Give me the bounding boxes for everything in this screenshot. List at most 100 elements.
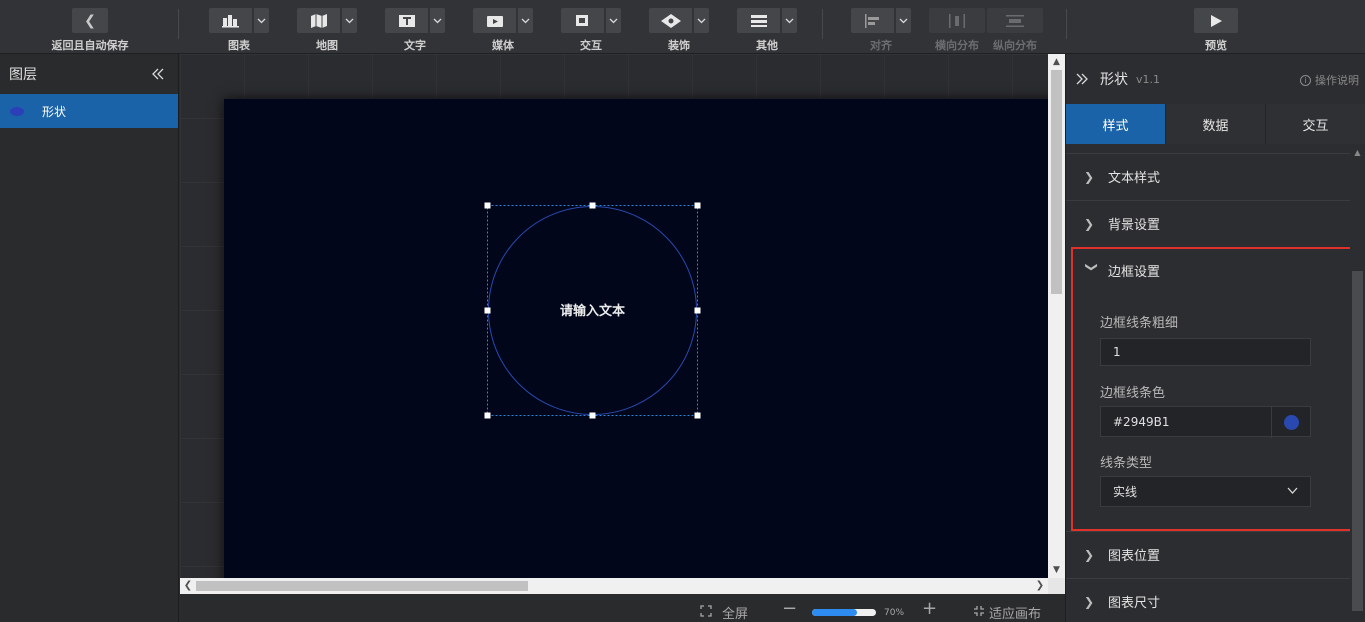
chevron-right-icon: ❯ <box>1084 594 1095 609</box>
chevron-down-icon[interactable] <box>254 8 269 33</box>
chart-tool-button[interactable]: 图表 <box>209 8 269 53</box>
map-tool-label: 地图 <box>316 39 338 52</box>
chevron-left-icon: ❮ <box>72 8 108 33</box>
resize-handle-left[interactable] <box>484 307 491 314</box>
shape-text[interactable]: 请输入文本 <box>560 303 625 319</box>
chart-tool-main[interactable] <box>209 8 252 33</box>
double-chevron-left-icon[interactable] <box>152 68 164 80</box>
status-bar: 全屏 − 70% + 适应画布 <box>180 594 1065 622</box>
scroll-left-icon[interactable]: ❮ <box>180 578 196 594</box>
section-label: 图表位置 <box>1108 549 1161 564</box>
text-tool-main[interactable] <box>385 8 428 33</box>
chevron-down-icon[interactable] <box>430 8 445 33</box>
fit-canvas-icon[interactable] <box>973 605 985 617</box>
section-chart-position[interactable]: ❯ 图表位置 <box>1066 531 1350 577</box>
map-tool-main[interactable] <box>297 8 340 33</box>
resize-handle-top[interactable] <box>589 202 596 209</box>
chevron-down-icon[interactable] <box>896 8 911 33</box>
zoom-out-icon[interactable]: − <box>782 598 797 619</box>
section-text-style[interactable]: ❯ 文本样式 <box>1066 153 1350 199</box>
chevron-right-icon: ❯ <box>1084 216 1095 231</box>
horizontal-distribute-button[interactable]: 横向分布 <box>929 8 985 53</box>
scroll-down-icon[interactable]: ▼ <box>1048 562 1065 578</box>
section-label: 文本样式 <box>1108 171 1161 186</box>
scroll-thumb[interactable] <box>1352 271 1363 611</box>
chevron-right-icon: ❯ <box>1084 547 1095 562</box>
scroll-thumb[interactable] <box>196 581 528 591</box>
media-tool-button[interactable]: 媒体 <box>473 8 533 53</box>
layer-item-shape[interactable]: 形状 <box>0 94 178 128</box>
resize-handle-bottom[interactable] <box>589 412 596 419</box>
align-button[interactable]: 对齐 <box>851 8 911 53</box>
back-and-save-button[interactable]: ❮ 返回且自动保存 <box>44 8 136 53</box>
tab-data[interactable]: 数据 <box>1165 104 1265 144</box>
preview-button[interactable]: 预览 <box>1194 8 1238 53</box>
vertical-distribute-button[interactable]: 纵向分布 <box>987 8 1043 53</box>
zoom-in-icon[interactable]: + <box>922 598 937 619</box>
map-tool-button[interactable]: 地图 <box>297 8 357 53</box>
tab-style[interactable]: 样式 <box>1066 104 1165 144</box>
section-chart-size[interactable]: ❯ 图表尺寸 <box>1066 578 1350 622</box>
zoom-slider-fill <box>812 609 857 616</box>
text-tool-button[interactable]: 文字 <box>385 8 445 53</box>
canvas-vertical-scrollbar[interactable]: ▲ ▼ <box>1048 54 1065 578</box>
resize-handle-bottom-left[interactable] <box>484 412 491 419</box>
other-tool-label: 其他 <box>756 39 778 52</box>
resize-handle-bottom-right[interactable] <box>694 412 701 419</box>
align-main[interactable] <box>851 8 894 33</box>
chevron-down-icon[interactable] <box>782 8 797 33</box>
scroll-thumb[interactable] <box>1051 70 1062 294</box>
interaction-tool-main[interactable] <box>561 8 604 33</box>
fullscreen-icon[interactable] <box>700 605 712 617</box>
chevron-down-icon[interactable] <box>342 8 357 33</box>
canvas-area[interactable]: 请输入文本 <box>180 54 1048 578</box>
scroll-corner <box>1048 578 1065 594</box>
help-label: 操作说明 <box>1315 74 1359 87</box>
zoom-slider[interactable] <box>812 609 876 616</box>
properties-scrollbar[interactable]: ▲ <box>1350 146 1365 622</box>
vertical-distribute-main[interactable] <box>987 8 1043 33</box>
design-board[interactable]: 请输入文本 <box>224 99 1048 578</box>
media-tool-label: 媒体 <box>492 39 514 52</box>
border-width-input[interactable]: 1 <box>1100 338 1311 366</box>
preview-label: 预览 <box>1205 39 1227 52</box>
canvas-horizontal-scrollbar[interactable]: ❮ ❯ <box>180 578 1065 594</box>
text-icon <box>398 14 415 27</box>
line-type-select[interactable]: 实线 <box>1100 476 1311 507</box>
fullscreen-button[interactable]: 全屏 <box>722 603 748 622</box>
color-picker-button[interactable] <box>1271 407 1310 438</box>
media-tool-main[interactable] <box>473 8 516 33</box>
vertical-distribute-label: 纵向分布 <box>993 39 1037 52</box>
horizontal-distribute-main[interactable] <box>929 8 985 33</box>
chart-icon <box>221 14 239 27</box>
version-label: v1.1 <box>1136 72 1161 86</box>
border-color-input[interactable]: #2949B1 <box>1100 406 1311 438</box>
section-background[interactable]: ❯ 背景设置 <box>1066 200 1350 246</box>
scroll-up-icon[interactable]: ▲ <box>1350 146 1365 160</box>
interaction-tool-button[interactable]: 交互 <box>561 8 621 53</box>
resize-handle-top-right[interactable] <box>694 202 701 209</box>
decoration-tool-button[interactable]: 装饰 <box>649 8 709 53</box>
double-chevron-right-icon[interactable] <box>1076 73 1088 85</box>
chevron-down-icon[interactable] <box>606 8 621 33</box>
align-left-icon <box>864 13 879 28</box>
decoration-tool-main[interactable] <box>649 8 692 33</box>
scroll-up-icon[interactable]: ▲ <box>1048 54 1065 70</box>
color-swatch <box>1283 415 1299 430</box>
other-tool-button[interactable]: 其他 <box>737 8 797 53</box>
border-color-label: 边框线条色 <box>1100 386 1166 401</box>
media-icon <box>486 15 503 27</box>
resize-handle-top-left[interactable] <box>484 202 491 209</box>
help-link[interactable]: i 操作说明 <box>1300 72 1359 88</box>
chevron-down-icon[interactable] <box>518 8 533 33</box>
fit-canvas-button[interactable]: 适应画布 <box>989 603 1041 622</box>
back-and-save-label: 返回且自动保存 <box>51 39 129 52</box>
preview-main[interactable] <box>1194 8 1238 33</box>
resize-handle-right[interactable] <box>694 307 701 314</box>
layer-panel-header: 图层 <box>0 54 178 94</box>
scroll-right-icon[interactable]: ❯ <box>1032 578 1048 594</box>
other-tool-main[interactable] <box>737 8 780 33</box>
tab-interaction[interactable]: 交互 <box>1265 104 1365 144</box>
top-toolbar: ❮ 返回且自动保存 图表 地图 文字 媒体 交互 装饰 其他 对齐 横向分布 纵… <box>0 0 1365 54</box>
chevron-down-icon[interactable] <box>694 8 709 33</box>
